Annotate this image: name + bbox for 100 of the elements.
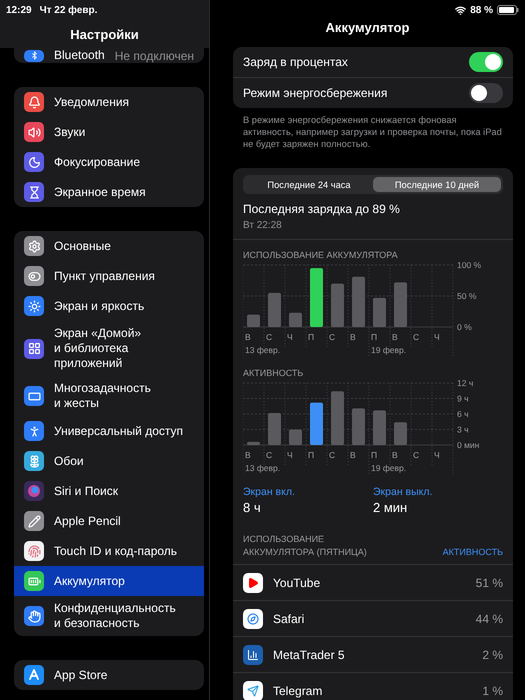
app-row[interactable]: Telegram 1 % [233, 673, 513, 700]
day-label: Ч [287, 450, 293, 460]
stat-value: 8 ч [243, 500, 262, 515]
sidebar-item[interactable]: Конфиденциальность и безопасность [14, 596, 204, 636]
compass-icon [243, 608, 263, 628]
day-label: П [371, 332, 378, 342]
chart-icon [243, 644, 263, 664]
item-label: Основные [54, 238, 112, 254]
bar [268, 292, 281, 327]
segment-tab[interactable]: Последние 10 дней [373, 177, 501, 192]
sidebar-title: Настройки [69, 26, 140, 44]
axis-label: 100 % [457, 262, 482, 270]
axis-label: 50 % [457, 291, 476, 301]
battery-icon [497, 5, 519, 15]
sidebar-item[interactable]: Пункт управления [14, 261, 204, 291]
sidebar-item[interactable]: Экран и яркость [14, 291, 204, 321]
stat-label: Экран вкл. [243, 486, 296, 498]
sidebar-item[interactable]: Основные [14, 231, 204, 261]
bar [289, 430, 302, 445]
date-label: 19 февр. [371, 463, 406, 473]
item-label: Универсальный доступ [54, 424, 184, 438]
bar [352, 408, 365, 445]
app-percent: 2 % [482, 648, 503, 662]
bar [268, 412, 281, 445]
day-label: П [371, 450, 378, 460]
day-label: С [413, 450, 420, 460]
bar [289, 312, 302, 327]
day-label: В [350, 332, 356, 342]
sidebar-item[interactable]: Аккумулятор [14, 566, 204, 596]
day-label: С [266, 450, 272, 460]
app-row[interactable]: MetaTrader 5 2 % [233, 637, 513, 673]
app-row[interactable]: Safari 44 % [233, 601, 513, 637]
page-title: Аккумулятор [324, 20, 410, 35]
item-value: Не подключен [114, 48, 194, 62]
paper-plane-icon [243, 680, 263, 700]
sidebar-item[interactable]: Экранное время [14, 177, 204, 207]
bar [247, 442, 260, 445]
item-label: Аккумулятор [54, 574, 126, 588]
axis-label: 9 ч [457, 394, 469, 404]
status-time: 12:29 [6, 4, 32, 16]
day-label: В [392, 332, 398, 342]
item-label: Экран «Домой» и библиотека приложений [54, 326, 142, 371]
app-name: YouTube [273, 576, 322, 590]
sidebar-item[interactable]: Звуки [14, 117, 204, 147]
axis-label: 0 мин [457, 440, 480, 450]
date-label: 19 февр. [371, 345, 406, 355]
sidebar-item[interactable]: Экран «Домой» и библиотека приложений [14, 321, 204, 376]
sidebar-item[interactable]: Touch ID и код-пароль [14, 536, 204, 566]
axis-label: 12 ч [457, 380, 474, 388]
item-label: Пункт управления [54, 268, 156, 284]
sidebar-item[interactable]: Универсальный доступ [14, 416, 204, 446]
item-label: Фокусирование [54, 154, 142, 170]
item-label: Конфиденциальность и безопасность [54, 601, 177, 631]
day-label: В [245, 332, 251, 342]
app-name: Safari [273, 612, 306, 626]
toggle-switch[interactable] [469, 83, 503, 103]
day-label: С [329, 332, 336, 342]
item-label: Siri и Поиск [54, 484, 119, 498]
battery-percent: 88 % [470, 4, 493, 16]
sidebar-item[interactable]: Обои [14, 446, 204, 476]
day-label: В [392, 450, 398, 460]
day-label: Ч [434, 332, 440, 342]
sidebar-item[interactable]: Фокусирование [14, 147, 204, 177]
bar [352, 276, 365, 327]
app-name: MetaTrader 5 [273, 648, 346, 662]
chart-title: АКТИВНОСТЬ [243, 368, 304, 378]
app-row[interactable]: YouTube 51 % [233, 565, 513, 601]
day-label: С [329, 450, 336, 460]
item-label: Обои [54, 454, 85, 468]
bar [373, 410, 386, 445]
status-date: Чт 22 февр. [40, 4, 98, 16]
bar [394, 282, 407, 327]
sidebar-item[interactable]: Многозадачность и жесты [14, 376, 204, 416]
stat-value: 2 мин [373, 500, 408, 515]
toggle-label: Режим энергосбережения [243, 86, 388, 100]
sidebar-item[interactable]: Apple Pencil [14, 506, 204, 536]
day-label: П [308, 450, 314, 460]
app-name: Telegram [273, 684, 324, 698]
date-label: 13 февр. [245, 345, 280, 355]
item-label: Экранное время [54, 184, 147, 200]
bar [331, 391, 344, 445]
item-label: App Store [54, 668, 108, 682]
item-label: Звуки [54, 124, 86, 140]
activity-link[interactable]: АКТИВНОСТЬ [442, 547, 503, 557]
segment-tab[interactable]: Последние 24 часа [245, 177, 373, 192]
sidebar-item[interactable]: App Store [14, 660, 204, 690]
day-label: С [413, 332, 420, 342]
bar [247, 314, 260, 327]
app-percent: 1 % [482, 684, 503, 698]
axis-label: 0 % [457, 322, 472, 332]
bar [373, 298, 386, 327]
sidebar-item[interactable]: Bluetooth Не подключен [14, 48, 204, 63]
bar [310, 268, 323, 327]
sidebar-item[interactable]: Уведомления [14, 87, 204, 117]
toggle-switch[interactable] [469, 52, 503, 72]
play-icon [243, 572, 263, 592]
item-label: Уведомления [54, 94, 130, 110]
last-charge-title: Последняя зарядка до 89 % [243, 202, 401, 216]
sidebar-item[interactable]: Siri и Поиск [14, 476, 204, 506]
toggle-label: Заряд в процентах [243, 55, 348, 69]
